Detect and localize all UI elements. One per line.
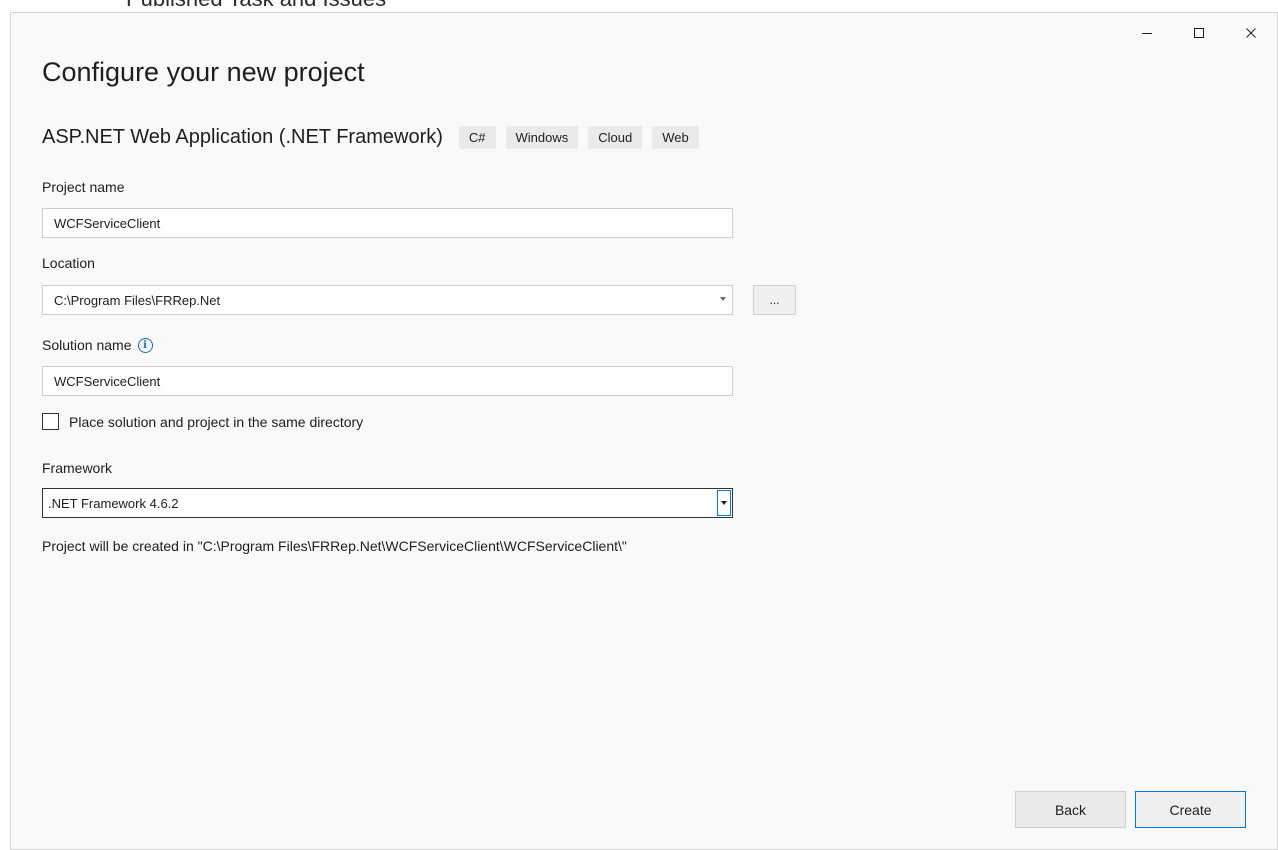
- browse-button[interactable]: ...: [753, 285, 796, 315]
- same-directory-checkbox[interactable]: [42, 413, 59, 430]
- location-combobox[interactable]: C:\Program Files\FRRep.Net: [42, 285, 733, 315]
- page-title: Configure your new project: [42, 57, 365, 87]
- create-button[interactable]: Create: [1135, 791, 1246, 828]
- chevron-down-icon[interactable]: [720, 297, 726, 301]
- template-name: ASP.NET Web Application (.NET Framework): [42, 126, 443, 148]
- background-window-text: Published Task and Issues: [126, 0, 386, 12]
- project-name-label: Project name: [42, 179, 125, 195]
- tag-cloud: Cloud: [588, 126, 643, 149]
- project-name-value: WCFServiceClient: [54, 215, 161, 231]
- same-directory-label[interactable]: Place solution and project in the same d…: [69, 414, 363, 430]
- tag-web: Web: [652, 126, 699, 149]
- location-value: C:\Program Files\FRRep.Net: [54, 292, 221, 308]
- framework-label: Framework: [42, 460, 113, 476]
- project-path-info: Project will be created in "C:\Program F…: [42, 538, 627, 554]
- solution-name-value: WCFServiceClient: [54, 373, 161, 389]
- close-button[interactable]: [1225, 19, 1277, 47]
- chevron-down-icon: [721, 501, 727, 505]
- back-button[interactable]: Back: [1015, 791, 1126, 828]
- solution-name-label: Solution name i: [42, 337, 153, 354]
- window-controls: [1121, 19, 1277, 47]
- tag-platform: Windows: [505, 126, 579, 149]
- solution-name-input[interactable]: WCFServiceClient: [42, 366, 733, 396]
- framework-select[interactable]: .NET Framework 4.6.2: [42, 488, 733, 518]
- info-icon[interactable]: i: [137, 337, 153, 353]
- minimize-button[interactable]: [1121, 19, 1173, 47]
- framework-dropdown-button[interactable]: [717, 490, 731, 516]
- tag-language: C#: [458, 126, 496, 149]
- project-name-input[interactable]: WCFServiceClient: [42, 208, 733, 238]
- configure-project-dialog: Configure your new project ASP.NET Web A…: [10, 12, 1278, 850]
- maximize-button[interactable]: [1173, 19, 1225, 47]
- same-directory-option: Place solution and project in the same d…: [42, 413, 363, 430]
- framework-value: .NET Framework 4.6.2: [48, 495, 179, 511]
- minimize-icon: [1142, 33, 1152, 34]
- close-icon: [1246, 28, 1256, 38]
- maximize-icon: [1194, 28, 1204, 38]
- location-label: Location: [42, 255, 95, 271]
- template-header: ASP.NET Web Application (.NET Framework)…: [42, 126, 709, 149]
- solution-name-label-text: Solution name: [42, 337, 132, 353]
